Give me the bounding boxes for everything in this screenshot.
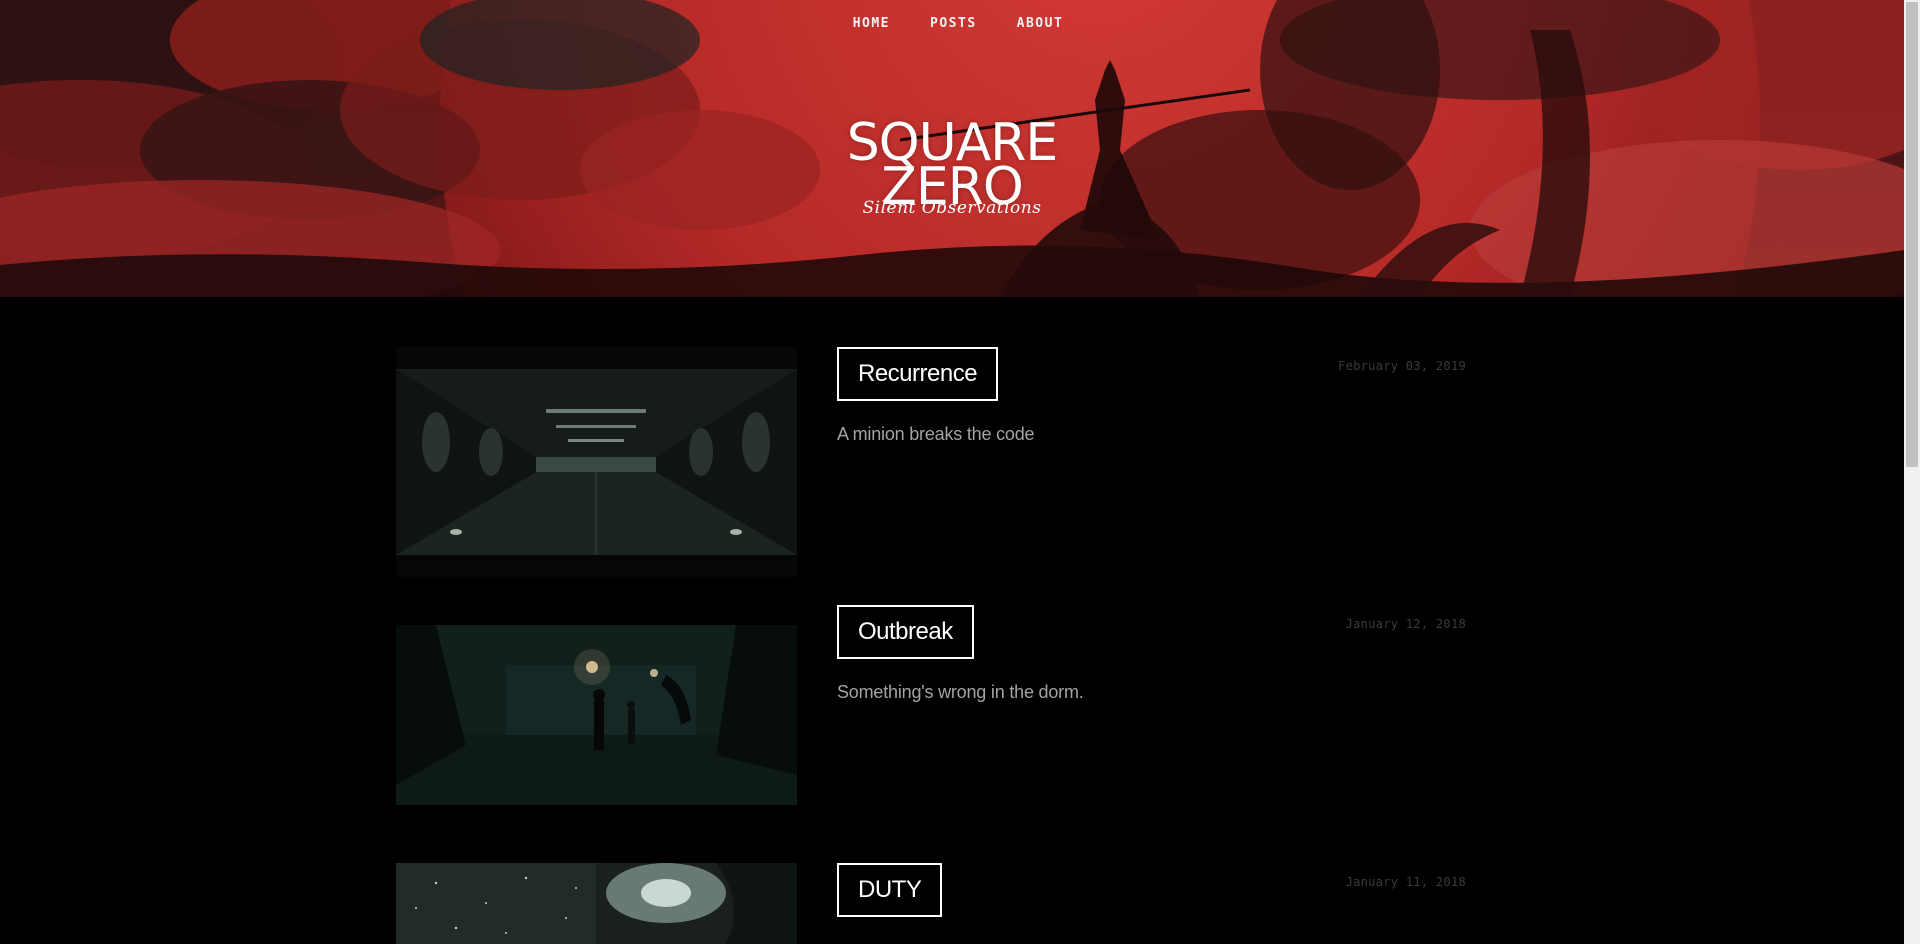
post-item: Outbreak January 12, 2018 Something's wr…	[396, 605, 1466, 835]
post-title-link[interactable]: DUTY	[837, 863, 943, 917]
page-scrollbar[interactable]	[1904, 0, 1920, 944]
post-date: February 03, 2019	[1338, 359, 1466, 373]
site-tagline: Silent Observations	[862, 198, 1042, 218]
post-description: Something's wrong in the dorm.	[837, 682, 1084, 702]
post-thumbnail-duty[interactable]	[396, 863, 797, 944]
post-date: January 11, 2018	[1345, 875, 1466, 889]
nav-home-link[interactable]: HOME	[853, 16, 890, 31]
post-title-link[interactable]: Outbreak	[837, 605, 974, 659]
page: HOME POSTS ABOUT SQUARE ZERO Silent Obse…	[0, 0, 1920, 944]
post-item: DUTY January 11, 2018	[396, 863, 1466, 944]
post-date: January 12, 2018	[1345, 617, 1466, 631]
top-nav: HOME POSTS ABOUT	[0, 16, 1904, 31]
hero-header: HOME POSTS ABOUT SQUARE ZERO Silent Obse…	[0, 0, 1904, 297]
nav-posts-link[interactable]: POSTS	[930, 16, 977, 31]
site-title: SQUARE ZERO	[0, 117, 1904, 213]
nav-about-link[interactable]: ABOUT	[1017, 16, 1064, 31]
post-title-link[interactable]: Recurrence	[837, 347, 999, 401]
post-list: Recurrence February 03, 2019 A minion br…	[0, 297, 1904, 944]
post-thumbnail-outbreak[interactable]	[396, 625, 797, 805]
post-description: A minion breaks the code	[837, 424, 1035, 444]
post-item: Recurrence February 03, 2019 A minion br…	[396, 347, 1466, 577]
post-thumbnail-recurrence[interactable]	[396, 347, 797, 577]
scrollbar-thumb[interactable]	[1906, 2, 1918, 467]
